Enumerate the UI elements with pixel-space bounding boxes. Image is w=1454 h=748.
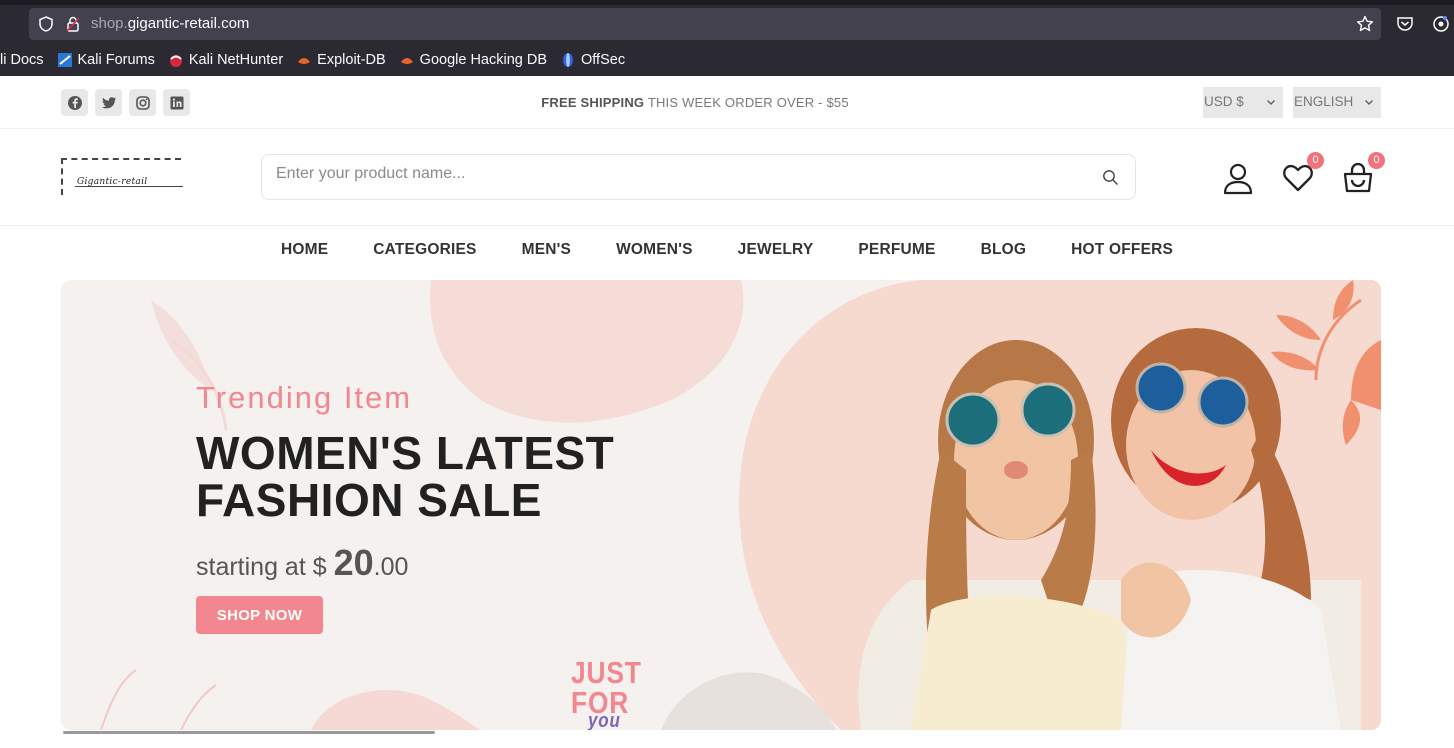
just-for-you-tag: JUST FOR you [571,655,642,730]
shield-icon[interactable] [37,15,55,33]
ghdb-icon [400,58,413,64]
bookmark-exploit-db[interactable]: Exploit-DB [296,52,386,68]
chevron-down-icon [1364,99,1374,106]
nav-hot-offers[interactable]: HOT OFFERS [1071,241,1173,259]
lock-icon[interactable] [64,15,82,33]
nav-perfume[interactable]: PERFUME [858,241,935,259]
wishlist-count-badge: 0 [1307,152,1324,169]
currency-select[interactable]: USD $ [1203,87,1283,118]
nav-womens[interactable]: WOMEN'S [616,241,693,259]
search-box[interactable] [261,154,1136,200]
pocket-icon[interactable] [1395,14,1415,34]
price-cents: .00 [373,553,409,581]
bookmark-label: Exploit-DB [317,52,386,68]
hero-title: WOMEN'S LATEST FASHION SALE [196,430,716,524]
nav-jewelry[interactable]: JEWELRY [738,241,814,259]
user-icon[interactable] [1221,161,1255,195]
site-header: Gigantic-retail 0 0 [0,129,1454,226]
shipping-highlight: FREE SHIPPING [541,95,645,110]
shop-now-button[interactable]: SHOP NOW [196,596,323,634]
hero-title-line-2: FASHION SALE [196,474,542,526]
language-value: ENGLISH [1294,94,1354,109]
price-prefix: starting at $ [196,553,334,581]
language-select[interactable]: ENGLISH [1293,87,1381,118]
nav-home[interactable]: HOME [281,241,328,259]
search-icon[interactable] [1102,169,1119,186]
extensions-icon[interactable] [1431,14,1451,34]
browser-toolbar: shop.gigantic-retail.com li Docs Kali Fo… [0,0,1454,76]
url-text[interactable]: shop.gigantic-retail.com [91,15,249,32]
top-info-bar: FREE SHIPPING THIS WEEK ORDER OVER - $55… [0,76,1454,129]
bookmark-label: OffSec [581,52,626,68]
currency-value: USD $ [1204,94,1244,109]
search-input[interactable] [276,165,1076,183]
nav-categories[interactable]: CATEGORIES [373,241,476,259]
bookmark-google-hacking-db[interactable]: Google Hacking DB [399,52,547,68]
price-amount: 20 [333,542,374,583]
kali-nethunter-icon [169,55,182,67]
cart-count-badge: 0 [1368,152,1385,169]
url-domain: gigantic-retail.com [127,15,250,32]
bookmark-star-icon[interactable] [1355,14,1375,34]
address-bar[interactable]: shop.gigantic-retail.com [29,8,1381,40]
nav-mens[interactable]: MEN'S [522,241,571,259]
logo-underline [75,186,183,187]
site-logo[interactable]: Gigantic-retail [61,158,183,195]
tag-line-1: JUST [571,655,642,690]
main-nav: HOME CATEGORIES MEN'S WOMEN'S JEWELRY PE… [0,241,1454,259]
bookmark-label: Google Hacking DB [419,52,548,68]
shipping-notice: FREE SHIPPING THIS WEEK ORDER OVER - $55 [0,95,1390,110]
exploit-db-icon [298,58,311,64]
hero-price: starting at $ 20.00 [196,542,408,584]
tab-strip [0,0,1454,5]
kali-forums-icon [57,53,72,67]
shipping-text: THIS WEEK ORDER OVER - $55 [647,95,849,110]
offsec-icon [563,53,574,67]
tag-line-3: you [588,710,621,730]
horizontal-scrollbar[interactable] [63,731,435,734]
bookmark-offsec[interactable]: OffSec [560,52,625,68]
hero-title-line-1: WOMEN'S LATEST [196,427,615,479]
url-subdomain: shop. [91,15,128,32]
nav-blog[interactable]: BLOG [981,241,1027,259]
bookmark-kali-forums[interactable]: Kali Forums [57,52,155,68]
hero-subtitle: Trending Item [196,380,413,415]
hero-banner: Trending Item WOMEN'S LATEST FASHION SAL… [61,280,1381,730]
bookmark-label: Kali NetHunter [188,52,284,68]
bookmark-kali-docs[interactable]: li Docs [0,52,44,68]
bookmark-kali-nethunter[interactable]: Kali NetHunter [168,52,283,68]
chevron-down-icon [1266,99,1276,106]
bookmark-label: li Docs [0,52,44,68]
bookmark-label: Kali Forums [77,52,155,68]
bookmarks-toolbar: li Docs Kali Forums Kali NetHunter Explo… [0,48,638,72]
